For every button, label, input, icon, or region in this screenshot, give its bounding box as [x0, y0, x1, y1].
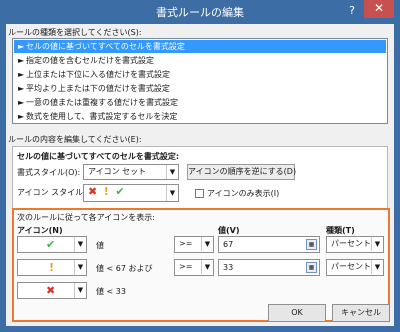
cross-icon: ✖ — [46, 284, 56, 297]
type-column-header: 種類(T) — [326, 226, 355, 235]
icon-only-checkbox[interactable] — [195, 189, 204, 198]
value-input-row-2[interactable]: 33 ▦ — [218, 259, 320, 276]
chevron-down-icon: ▼ — [201, 237, 213, 251]
chevron-down-icon: ▼ — [371, 260, 383, 274]
rule-type-item[interactable]: ► 上位または下位に入る値だけを書式設定 — [14, 68, 386, 81]
type-select-row-1[interactable]: パーセント ▼ — [326, 236, 384, 253]
icon-select-row-2[interactable]: ! ▼ — [17, 259, 87, 276]
type-value: パーセント — [331, 262, 371, 271]
operator-value: >= — [179, 239, 193, 248]
chevron-down-icon: ▼ — [74, 237, 86, 252]
arrow-icon: ► — [18, 70, 25, 79]
value-column-header: 値(V) — [218, 226, 240, 235]
operator-value: >= — [179, 262, 193, 271]
chevron-down-icon: ▼ — [166, 185, 178, 201]
rule-type-label: ルールの種類を選択してください(S): — [8, 28, 142, 37]
rule-type-item[interactable]: ► 数式を使用して、書式設定するセルを決定 — [14, 110, 386, 123]
icon-style-select[interactable]: ✖ ! ✔ ▼ — [83, 184, 179, 202]
ok-button[interactable]: OK — [268, 304, 326, 322]
arrow-icon: ► — [18, 98, 25, 107]
icon-only-label: アイコンのみ表示(I) — [207, 189, 280, 198]
rule-type-item[interactable]: ► セルの値に基づいてすべてのセルを書式設定 — [14, 40, 386, 53]
exclamation-icon: ! — [103, 185, 109, 198]
condition-text: 値 — [96, 241, 104, 250]
arrow-icon: ► — [18, 56, 25, 65]
help-button[interactable]: ? — [344, 3, 360, 19]
value-input-row-1[interactable]: 67 ▦ — [218, 236, 320, 253]
condition-text: 値 < 67 および — [96, 264, 153, 273]
operator-select-row-1[interactable]: >= ▼ — [174, 236, 214, 253]
title-bar: 書式ルールの編集 ? ✕ — [0, 0, 400, 24]
chevron-down-icon: ▼ — [371, 237, 383, 251]
range-select-icon[interactable]: ▦ — [306, 239, 317, 250]
arrow-icon: ► — [18, 84, 25, 93]
icon-rules-caption: 次のルールに従って各アイコンを表示: — [17, 213, 155, 222]
format-style-value: アイコン セット — [88, 167, 147, 176]
value-text: 67 — [223, 240, 234, 249]
reverse-icon-order-button[interactable]: アイコンの順序を逆にする(D) — [187, 164, 296, 180]
range-select-icon[interactable]: ▦ — [306, 262, 317, 273]
cross-icon: ✖ — [88, 185, 98, 198]
arrow-icon: ► — [18, 112, 25, 121]
rule-type-list[interactable]: ► セルの値に基づいてすべてのセルを書式設定 ► 指定の値を含むセルだけを書式設定 … — [12, 38, 388, 124]
check-icon: ✔ — [46, 238, 56, 251]
type-value: パーセント — [331, 239, 371, 248]
dialog-body: ルールの種類を選択してください(S): ► セルの値に基づいてすべてのセルを書式設… — [6, 24, 394, 326]
value-text: 33 — [223, 263, 234, 272]
close-button[interactable]: ✕ — [364, 0, 394, 18]
arrow-icon: ► — [18, 42, 25, 51]
icon-column-header: アイコン(N) — [17, 226, 63, 235]
chevron-down-icon: ▼ — [201, 260, 213, 274]
chevron-down-icon: ▼ — [166, 165, 178, 179]
format-style-label: 書式スタイル(O): — [17, 168, 81, 177]
icon-select-row-1[interactable]: ✔ ▼ — [17, 236, 87, 253]
format-rule-dialog: 書式ルールの編集 ? ✕ ルールの種類を選択してください(S): ► セルの値に基… — [0, 0, 400, 332]
dialog-title: 書式ルールの編集 — [156, 6, 244, 19]
type-select-row-2[interactable]: パーセント ▼ — [326, 259, 384, 276]
edit-rule-label: ルールの内容を編集してください(E): — [8, 135, 142, 144]
edit-heading: セルの値に基づいてすべてのセルを書式設定: — [17, 152, 180, 161]
rule-type-item[interactable]: ► 指定の値を含むセルだけを書式設定 — [14, 54, 386, 67]
rule-type-item[interactable]: ► 平均より上または下の値だけを書式設定 — [14, 82, 386, 95]
format-style-select[interactable]: アイコン セット ▼ — [83, 164, 179, 180]
chevron-down-icon: ▼ — [74, 283, 86, 298]
chevron-down-icon: ▼ — [74, 260, 86, 275]
condition-text: 値 < 33 — [96, 287, 126, 296]
rule-type-item[interactable]: ► 一意の値または重複する値だけを書式設定 — [14, 96, 386, 109]
check-icon: ✔ — [115, 185, 125, 198]
exclamation-icon: ! — [49, 261, 55, 274]
cancel-button[interactable]: キャンセル — [332, 304, 390, 322]
icon-select-row-3[interactable]: ✖ ▼ — [17, 282, 87, 299]
operator-select-row-2[interactable]: >= ▼ — [174, 259, 214, 276]
